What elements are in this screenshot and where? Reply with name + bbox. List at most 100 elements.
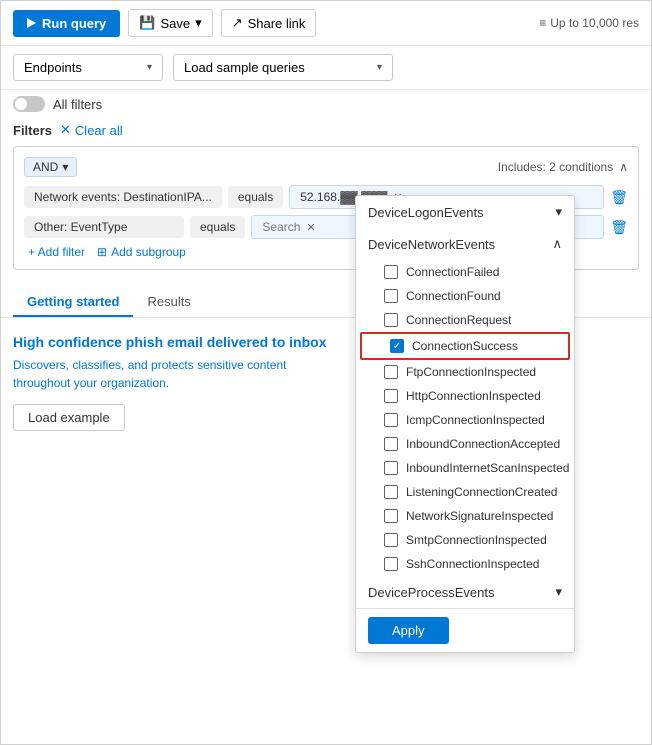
save-button[interactable]: 💾 Save ▾ — [128, 9, 212, 37]
item-label: ConnectionFailed — [406, 265, 499, 279]
item-label: SmtpConnectionInspected — [406, 533, 547, 547]
group-device-network-events[interactable]: DeviceNetworkEvents ∧ — [356, 228, 574, 260]
group-network-label: DeviceNetworkEvents — [368, 237, 495, 252]
field-tag-2[interactable]: Other: EventType — [24, 216, 184, 238]
subgroup-icon: ⊞ — [97, 245, 107, 259]
and-badge[interactable]: AND ▾ — [24, 157, 77, 177]
filters-label: Filters — [13, 123, 52, 138]
chevron-down-icon: ▾ — [555, 204, 562, 220]
checkbox-connection-found[interactable] — [384, 289, 398, 303]
item-label: FtpConnectionInspected — [406, 365, 536, 379]
collapse-icon[interactable]: ∧ — [619, 160, 628, 174]
toolbar: Run query 💾 Save ▾ ↗ Share link ≡ Up to … — [1, 1, 651, 46]
item-label: ConnectionRequest — [406, 313, 511, 327]
item-label: IcmpConnectionInspected — [406, 413, 545, 427]
item-ftp-connection-inspected[interactable]: FtpConnectionInspected — [356, 360, 574, 384]
checkbox-connection-request[interactable] — [384, 313, 398, 327]
play-icon — [27, 18, 36, 28]
add-subgroup-button[interactable]: ⊞ Add subgroup — [97, 245, 186, 259]
and-chevron-icon: ▾ — [62, 160, 68, 174]
all-filters-toggle-row: All filters — [1, 90, 651, 118]
checkbox-network-sig[interactable] — [384, 509, 398, 523]
item-icmp-connection-inspected[interactable]: IcmpConnectionInspected — [356, 408, 574, 432]
filter-header: AND ▾ Includes: 2 conditions ∧ — [24, 157, 628, 177]
results-limit: ≡ Up to 10,000 res — [539, 16, 639, 30]
clear-value-2-icon[interactable]: ✕ — [306, 221, 315, 234]
operator-tag-1[interactable]: equals — [228, 186, 283, 208]
checkbox-icmp[interactable] — [384, 413, 398, 427]
item-label: ListeningConnectionCreated — [406, 485, 557, 499]
run-query-button[interactable]: Run query — [13, 10, 120, 37]
sample-queries-dropdown[interactable]: Load sample queries ▾ — [173, 54, 393, 81]
item-label: SshConnectionInspected — [406, 557, 539, 571]
save-label: Save — [160, 16, 190, 31]
event-type-dropdown-overlay: DeviceLogonEvents ▾ DeviceNetworkEvents … — [355, 195, 575, 653]
share-label: Share link — [248, 16, 306, 31]
chevron-down-icon: ▾ — [377, 62, 382, 73]
clear-all-label: Clear all — [75, 123, 123, 138]
item-ssh-connection[interactable]: SshConnectionInspected — [356, 552, 574, 576]
add-filter-button[interactable]: + Add filter — [24, 245, 85, 259]
item-inbound-internet-scan[interactable]: InboundInternetScanInspected — [356, 456, 574, 480]
checkbox-inbound-accepted[interactable] — [384, 437, 398, 451]
item-connection-failed[interactable]: ConnectionFailed — [356, 260, 574, 284]
list-icon: ≡ — [539, 16, 546, 30]
apply-button[interactable]: Apply — [368, 617, 449, 644]
delete-row-2-icon[interactable]: 🗑 — [610, 219, 628, 236]
table-select-dropdown[interactable]: Endpoints ▾ — [13, 54, 163, 81]
item-inbound-connection-accepted[interactable]: InboundConnectionAccepted — [356, 432, 574, 456]
save-icon: 💾 — [139, 15, 155, 31]
results-limit-text: Up to 10,000 res — [550, 16, 639, 30]
tab-results[interactable]: Results — [133, 288, 204, 317]
item-connection-request[interactable]: ConnectionRequest — [356, 308, 574, 332]
run-query-label: Run query — [42, 16, 106, 31]
item-listening-connection-created[interactable]: ListeningConnectionCreated — [356, 480, 574, 504]
filters-row: Filters ✕ Clear all — [1, 118, 651, 146]
toggle-knob — [15, 98, 27, 110]
query-dropdowns: Endpoints ▾ Load sample queries ▾ — [1, 46, 651, 90]
item-connection-found[interactable]: ConnectionFound — [356, 284, 574, 308]
item-connection-success[interactable]: ConnectionSuccess — [360, 332, 570, 360]
clear-all-button[interactable]: ✕ Clear all — [60, 122, 123, 138]
item-smtp-connection[interactable]: SmtpConnectionInspected — [356, 528, 574, 552]
group-device-process-events[interactable]: DeviceProcessEvents ▾ — [356, 576, 574, 608]
tab-getting-started[interactable]: Getting started — [13, 288, 133, 317]
operator-tag-2[interactable]: equals — [190, 216, 245, 238]
chevron-down-icon: ▾ — [147, 62, 152, 73]
checkbox-connection-failed[interactable] — [384, 265, 398, 279]
checkbox-http[interactable] — [384, 389, 398, 403]
field-tag-1[interactable]: Network events: DestinationIPA... — [24, 186, 222, 208]
table-select-label: Endpoints — [24, 60, 82, 75]
group-logon-label: DeviceLogonEvents — [368, 205, 484, 220]
checkbox-inbound-scan[interactable] — [384, 461, 398, 475]
includes-label: Includes: 2 conditions ∧ — [498, 160, 628, 174]
item-network-signature[interactable]: NetworkSignatureInspected — [356, 504, 574, 528]
and-label: AND — [33, 160, 58, 174]
checkbox-ftp[interactable] — [384, 365, 398, 379]
dropdown-scroll-area[interactable]: DeviceLogonEvents ▾ DeviceNetworkEvents … — [356, 196, 574, 608]
group-process-label: DeviceProcessEvents — [368, 585, 494, 600]
checkbox-listening[interactable] — [384, 485, 398, 499]
sample-queries-label: Load sample queries — [184, 60, 305, 75]
card-description: Discovers, classifies, and protects sens… — [13, 356, 293, 392]
apply-button-row: Apply — [356, 608, 574, 652]
chevron-down-icon: ▾ — [555, 584, 562, 600]
item-http-connection-inspected[interactable]: HttpConnectionInspected — [356, 384, 574, 408]
share-link-button[interactable]: ↗ Share link — [221, 9, 317, 37]
checkbox-connection-success[interactable] — [390, 339, 404, 353]
all-filters-toggle[interactable] — [13, 96, 45, 112]
delete-row-1-icon[interactable]: 🗑 — [610, 189, 628, 206]
save-chevron-icon: ▾ — [195, 15, 202, 31]
item-label: InboundConnectionAccepted — [406, 437, 560, 451]
load-example-button[interactable]: Load example — [13, 404, 125, 431]
item-label: NetworkSignatureInspected — [406, 509, 553, 523]
group-device-logon-events[interactable]: DeviceLogonEvents ▾ — [356, 196, 574, 228]
item-label: ConnectionFound — [406, 289, 501, 303]
share-icon: ↗ — [232, 15, 243, 31]
checkbox-ssh[interactable] — [384, 557, 398, 571]
checkbox-smtp[interactable] — [384, 533, 398, 547]
includes-text: Includes: 2 conditions — [498, 160, 613, 174]
x-icon: ✕ — [60, 122, 71, 138]
item-label: ConnectionSuccess — [412, 339, 518, 353]
item-label: InboundInternetScanInspected — [406, 461, 569, 475]
